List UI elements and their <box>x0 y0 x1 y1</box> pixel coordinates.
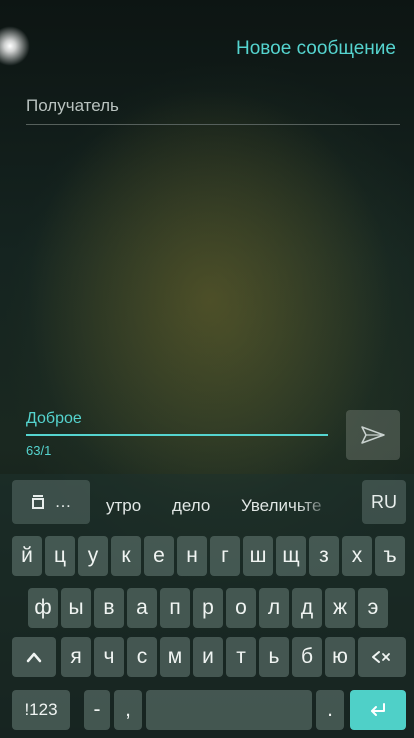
message-compose-screen: Новое сообщение Получатель Доброе 63/1 …… <box>0 0 414 738</box>
key[interactable]: ъ <box>375 536 405 576</box>
shift-key[interactable] <box>12 637 56 677</box>
backspace-key[interactable] <box>358 637 406 677</box>
key[interactable]: т <box>226 637 256 677</box>
send-button[interactable] <box>346 410 400 460</box>
suggestion-item[interactable]: дело <box>172 496 210 516</box>
key[interactable]: м <box>160 637 190 677</box>
key[interactable]: д <box>292 588 322 628</box>
shift-icon <box>26 652 42 663</box>
key[interactable]: л <box>259 588 289 628</box>
key[interactable]: щ <box>276 536 306 576</box>
key[interactable]: в <box>94 588 124 628</box>
key[interactable]: ч <box>94 637 124 677</box>
key[interactable]: ь <box>259 637 289 677</box>
enter-key[interactable] <box>350 690 406 730</box>
key[interactable]: ш <box>243 536 273 576</box>
backspace-icon <box>372 651 390 663</box>
key[interactable]: ы <box>61 588 91 628</box>
key[interactable]: б <box>292 637 322 677</box>
language-key[interactable]: RU <box>362 480 406 524</box>
character-counter: 63/1 <box>26 443 52 458</box>
key[interactable]: н <box>177 536 207 576</box>
key[interactable]: п <box>160 588 190 628</box>
clipboard-button[interactable]: … <box>12 480 90 524</box>
recipient-underline <box>26 124 400 125</box>
period-key[interactable]: . <box>316 690 344 730</box>
suggestion-item[interactable]: утро <box>106 496 141 516</box>
comma-key[interactable]: , <box>114 690 142 730</box>
enter-icon <box>371 703 385 716</box>
key[interactable]: г <box>210 536 240 576</box>
key[interactable]: а <box>127 588 157 628</box>
key[interactable]: ф <box>28 588 58 628</box>
key[interactable]: и <box>193 637 223 677</box>
key[interactable]: к <box>111 536 141 576</box>
key[interactable]: з <box>309 536 339 576</box>
key[interactable]: у <box>78 536 108 576</box>
suggestion-item[interactable]: Увеличьте <box>241 496 321 516</box>
light-flare <box>0 26 30 66</box>
key[interactable]: я <box>61 637 91 677</box>
message-underline <box>26 434 328 436</box>
page-title: Новое сообщение <box>236 38 396 59</box>
dash-key[interactable]: - <box>84 690 110 730</box>
key[interactable]: ю <box>325 637 355 677</box>
clipboard-label: … <box>54 492 72 511</box>
key[interactable]: й <box>12 536 42 576</box>
message-input[interactable]: Доброе <box>26 410 82 428</box>
key[interactable]: х <box>342 536 372 576</box>
key[interactable]: ж <box>325 588 355 628</box>
numbers-key[interactable]: !123 <box>12 690 70 730</box>
space-key[interactable] <box>146 690 312 730</box>
key[interactable]: е <box>144 536 174 576</box>
key[interactable]: о <box>226 588 256 628</box>
key[interactable]: ц <box>45 536 75 576</box>
key[interactable]: э <box>358 588 388 628</box>
key[interactable]: с <box>127 637 157 677</box>
key[interactable]: р <box>193 588 223 628</box>
clipboard-icon <box>31 495 44 509</box>
recipient-field[interactable]: Получатель <box>26 96 119 116</box>
send-icon <box>361 426 385 444</box>
